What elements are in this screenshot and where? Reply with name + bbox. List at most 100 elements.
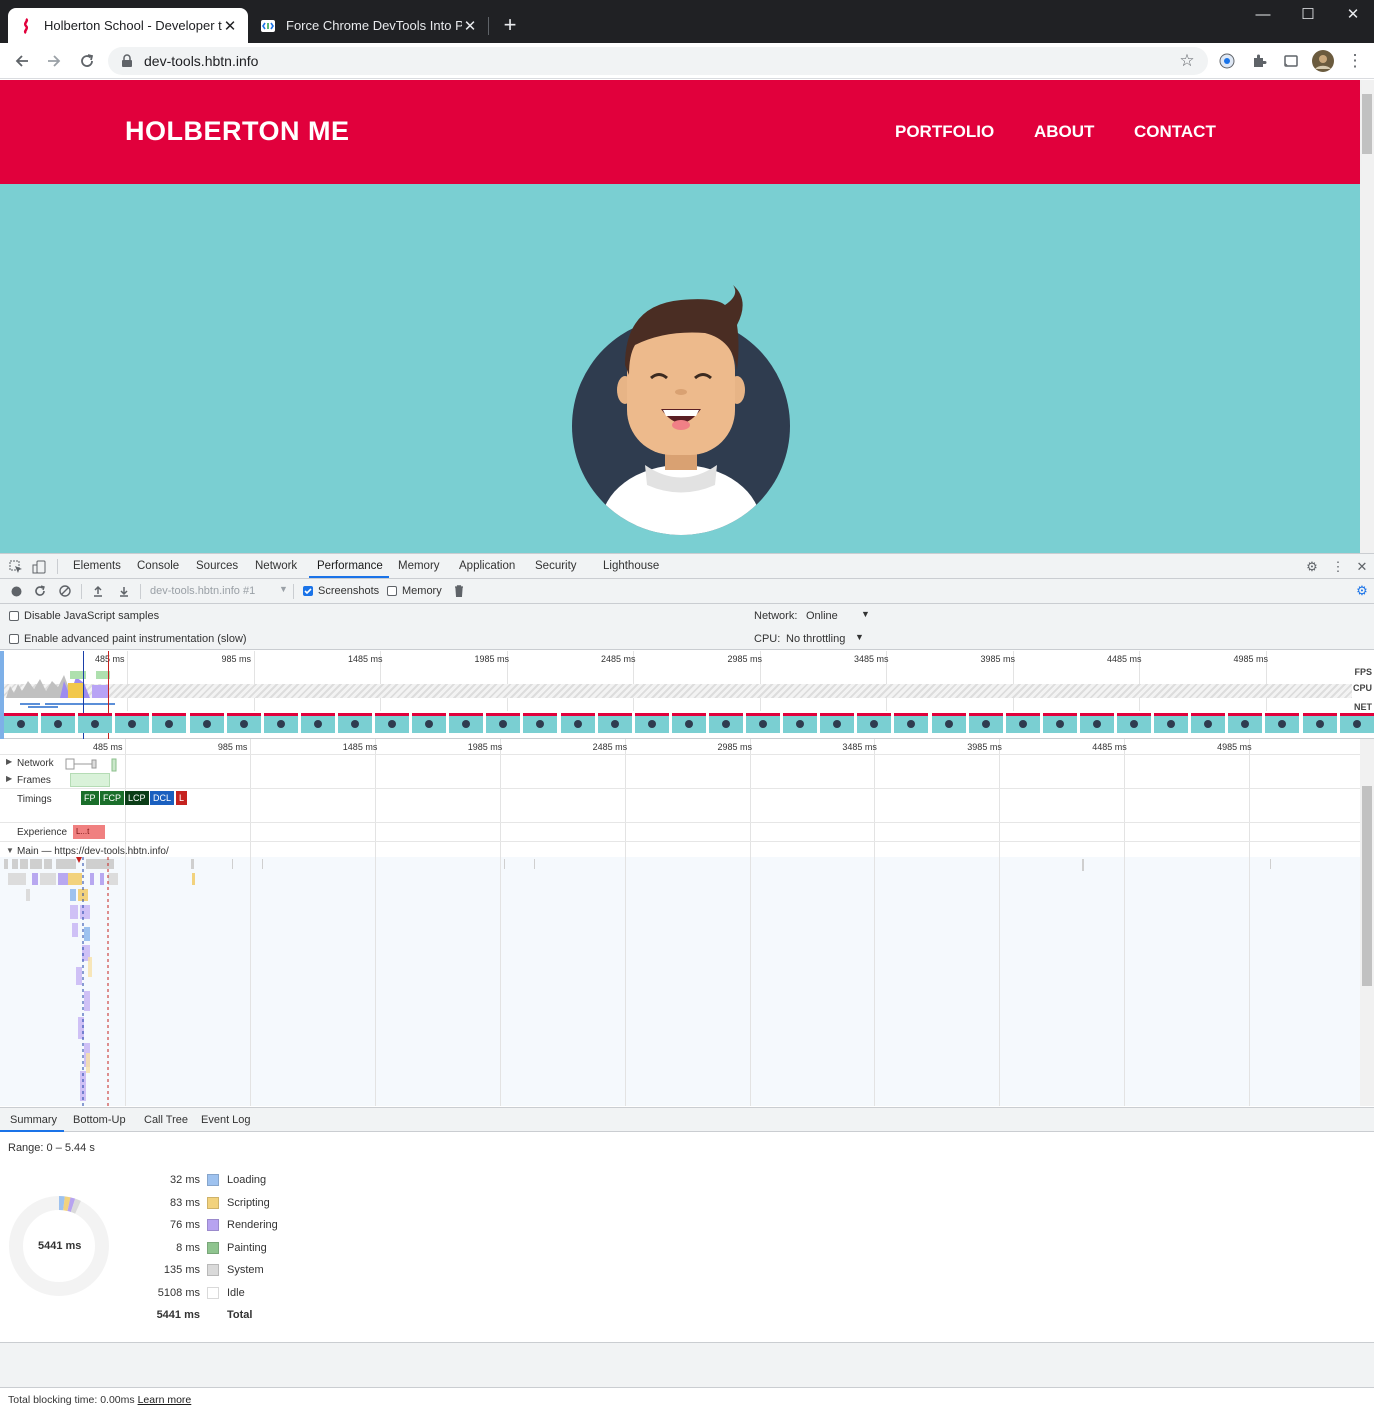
collapse-main-icon[interactable]: ▼: [6, 846, 14, 855]
learn-more-link[interactable]: Learn more: [138, 1394, 192, 1406]
filmstrip-thumbnail[interactable]: [115, 713, 150, 733]
chevron-down-icon[interactable]: ▼: [861, 609, 870, 619]
filmstrip-thumbnail[interactable]: [1042, 713, 1077, 733]
close-tab-icon[interactable]: ✕: [222, 17, 238, 35]
timing-fcp[interactable]: FCP: [100, 791, 124, 805]
record-icon[interactable]: [8, 583, 24, 599]
filmstrip-thumbnail[interactable]: [671, 713, 706, 733]
filmstrip-thumbnail[interactable]: [152, 713, 187, 733]
tab-summary[interactable]: Summary: [10, 1114, 57, 1126]
extensions-puzzle-icon[interactable]: [1247, 49, 1271, 73]
load-profile-icon[interactable]: [90, 583, 106, 599]
filmstrip-thumbnail[interactable]: [931, 713, 966, 733]
filmstrip-thumbnail[interactable]: [820, 713, 855, 733]
flame-scrollbar-thumb[interactable]: [1362, 786, 1372, 986]
filmstrip-thumbnail[interactable]: [263, 713, 298, 733]
filmstrip-thumbnail[interactable]: [783, 713, 818, 733]
tab-application[interactable]: Application: [459, 560, 515, 572]
filmstrip-thumbnail[interactable]: [412, 713, 447, 733]
cast-icon[interactable]: [1279, 49, 1303, 73]
devtools-menu-icon[interactable]: ⋮: [1330, 559, 1346, 575]
reload-profile-icon[interactable]: [32, 583, 48, 599]
filmstrip-thumbnail[interactable]: [1339, 713, 1374, 733]
save-profile-icon[interactable]: [116, 583, 132, 599]
filmstrip-thumbnail[interactable]: [1228, 713, 1263, 733]
tab-holberton[interactable]: Holberton School - Developer to ✕: [8, 8, 248, 43]
filmstrip-thumbnail[interactable]: [894, 713, 929, 733]
expand-network-icon[interactable]: ▶: [6, 757, 12, 766]
new-tab-button[interactable]: +: [499, 12, 521, 38]
settings-gear-icon[interactable]: ⚙: [1304, 559, 1320, 575]
filmstrip-thumbnail[interactable]: [708, 713, 743, 733]
chevron-down-icon[interactable]: ▼: [279, 584, 288, 594]
tab-memory[interactable]: Memory: [398, 560, 440, 572]
cpu-throttle-select[interactable]: No throttling: [786, 633, 845, 645]
timing-lcp[interactable]: LCP: [125, 791, 149, 805]
filmstrip-thumbnail[interactable]: [189, 713, 224, 733]
profile-select[interactable]: dev-tools.hbtn.info #1: [150, 585, 255, 597]
filmstrip-thumbnail[interactable]: [1191, 713, 1226, 733]
tab-call-tree[interactable]: Call Tree: [144, 1114, 188, 1126]
page-scrollbar[interactable]: [1360, 80, 1374, 553]
address-bar[interactable]: dev-tools.hbtn.info: [108, 47, 1208, 75]
close-window-icon[interactable]: ✕: [1330, 0, 1374, 30]
timeline-overview[interactable]: 485 ms 985 ms 1485 ms 1985 ms 2485 ms 2985 ms…: [0, 651, 1374, 739]
chevron-down-icon[interactable]: ▼: [855, 632, 864, 642]
filmstrip-thumbnail[interactable]: [634, 713, 669, 733]
back-arrow-icon[interactable]: [10, 49, 34, 73]
filmstrip-thumbnail[interactable]: [1265, 713, 1300, 733]
memory-checkbox[interactable]: [387, 586, 397, 596]
flame-chart[interactable]: 485 ms 985 ms 1485 ms 1985 ms 2485 ms 2985 ms…: [0, 739, 1374, 1106]
nav-about[interactable]: ABOUT: [1034, 122, 1094, 142]
filmstrip-thumbnail[interactable]: [449, 713, 484, 733]
maximize-icon[interactable]: ☐: [1285, 0, 1331, 30]
timing-load[interactable]: L: [176, 791, 188, 805]
expand-frames-icon[interactable]: ▶: [6, 774, 12, 783]
timing-dcl[interactable]: DCL: [150, 791, 175, 805]
tab-force-devtools[interactable]: Force Chrome DevTools Into Prin ✕: [250, 8, 488, 43]
screenshots-checkbox[interactable]: [303, 586, 313, 596]
filmstrip-thumbnail[interactable]: [857, 713, 892, 733]
filmstrip-thumbnail[interactable]: [226, 713, 261, 733]
disable-js-samples-checkbox[interactable]: [9, 611, 19, 621]
network-throttle-select[interactable]: Online: [806, 610, 838, 622]
filmstrip-thumbnail[interactable]: [1005, 713, 1040, 733]
bookmark-star-icon[interactable]: ☆: [1175, 49, 1199, 73]
filmstrip-thumbnail[interactable]: [560, 713, 595, 733]
flame-scrollbar[interactable]: [1360, 739, 1374, 1106]
nav-contact[interactable]: CONTACT: [1134, 122, 1216, 142]
tab-performance[interactable]: Performance: [317, 560, 383, 572]
layout-shift-bar[interactable]: L...t: [73, 825, 105, 839]
filmstrip-thumbnail[interactable]: [1154, 713, 1189, 733]
password-manager-extension-icon[interactable]: [1215, 49, 1239, 73]
filmstrip-thumbnail[interactable]: [968, 713, 1003, 733]
filmstrip-thumbnail[interactable]: [78, 713, 113, 733]
filmstrip-thumbnail[interactable]: [597, 713, 632, 733]
filmstrip-thumbnail[interactable]: [1117, 713, 1151, 733]
forward-arrow-icon[interactable]: [42, 49, 66, 73]
filmstrip-thumbnail[interactable]: [300, 713, 335, 733]
main-thread-label[interactable]: Main — https://dev-tools.hbtn.info/: [17, 846, 169, 857]
page-scrollbar-thumb[interactable]: [1362, 94, 1372, 154]
frames-track-label[interactable]: Frames: [17, 775, 51, 786]
tab-bottom-up[interactable]: Bottom-Up: [73, 1114, 126, 1126]
filmstrip-thumbnail[interactable]: [4, 713, 38, 733]
tab-elements[interactable]: Elements: [73, 560, 121, 572]
site-brand[interactable]: HOLBERTON ME: [125, 116, 350, 147]
filmstrip-thumbnail[interactable]: [337, 713, 372, 733]
filmstrip-thumbnail[interactable]: [1302, 713, 1337, 733]
capture-settings-gear-icon[interactable]: ⚙: [1354, 583, 1370, 599]
filmstrip-thumbnail[interactable]: [375, 713, 409, 733]
browser-menu-icon[interactable]: ⋮: [1343, 49, 1367, 73]
minimize-icon[interactable]: —: [1240, 0, 1286, 30]
device-toolbar-icon[interactable]: [31, 559, 47, 575]
filmstrip-thumbnail[interactable]: [486, 713, 521, 733]
tab-event-log[interactable]: Event Log: [201, 1114, 251, 1126]
profile-avatar[interactable]: [1311, 49, 1335, 73]
filmstrip-thumbnail[interactable]: [523, 713, 558, 733]
reload-icon[interactable]: [75, 49, 99, 73]
filmstrip-thumbnail[interactable]: [746, 713, 780, 733]
inspect-element-icon[interactable]: [8, 559, 24, 575]
tab-sources[interactable]: Sources: [196, 560, 238, 572]
close-devtools-icon[interactable]: ✕: [1354, 559, 1370, 575]
